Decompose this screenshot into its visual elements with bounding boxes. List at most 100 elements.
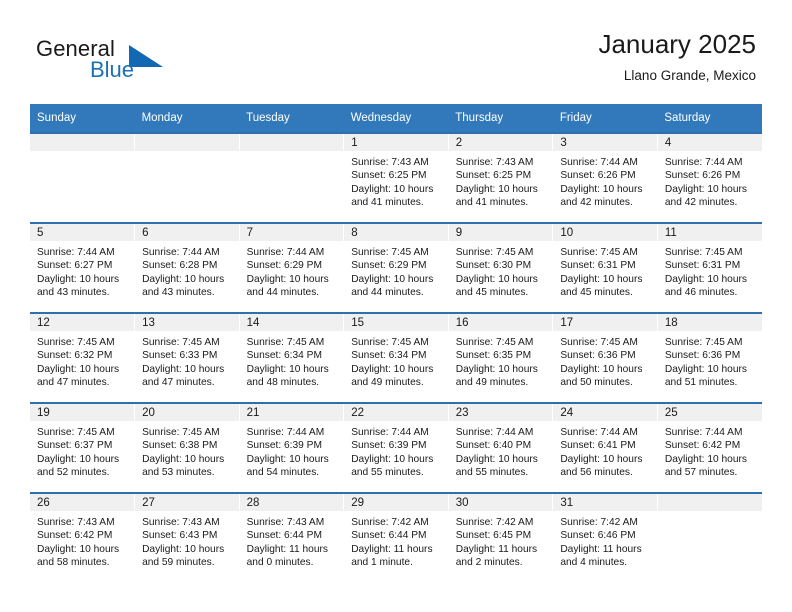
calendar-day-cell-empty xyxy=(239,132,345,223)
calendar-day-cell[interactable]: 5 Sunrise: 7:44 AM Sunset: 6:27 PM Daylight… xyxy=(30,222,136,313)
calendar-day-cell[interactable]: 27 Sunrise: 7:43 AM Sunset: 6:43 PM Dayligh… xyxy=(134,492,240,582)
page-subtitle: Llano Grande, Mexico xyxy=(623,68,756,83)
daylight-text-line1: Daylight: 10 hours xyxy=(664,453,747,465)
sunrise-text: Sunrise: 7:44 AM xyxy=(351,427,429,438)
calendar-day-cell-empty xyxy=(134,132,240,223)
calendar-day-cell[interactable]: 8 Sunrise: 7:45 AM Sunset: 6:29 PM Daylight… xyxy=(343,222,449,313)
sunrise-text: Sunrise: 7:44 AM xyxy=(664,157,743,168)
calendar-day-cell[interactable]: 18 Sunrise: 7:45 AM Sunset: 6:36 PM Dayligh… xyxy=(657,312,762,403)
day-number xyxy=(135,134,239,151)
day-number: 22 xyxy=(344,404,448,421)
triangle-logo-icon xyxy=(129,45,163,67)
calendar-day-cell[interactable]: 23 Sunrise: 7:44 AM Sunset: 6:40 PM Dayligh… xyxy=(448,402,554,493)
day-details: Sunrise: 7:42 AM Sunset: 6:46 PM Daylight:… xyxy=(553,511,657,570)
daylight-text-line1: Daylight: 10 hours xyxy=(142,363,225,375)
sunset-text: Sunset: 6:29 PM xyxy=(351,260,427,272)
calendar-day-cell[interactable]: 9 Sunrise: 7:45 AM Sunset: 6:30 PM Daylight… xyxy=(448,222,554,313)
sunrise-text: Sunrise: 7:44 AM xyxy=(246,427,325,438)
sunset-text: Sunset: 6:43 PM xyxy=(142,530,218,542)
sunset-text: Sunset: 6:40 PM xyxy=(455,440,532,452)
day-number: 13 xyxy=(135,314,239,331)
calendar-day-cell[interactable]: 30 Sunrise: 7:42 AM Sunset: 6:45 PM Dayligh… xyxy=(448,492,554,582)
daylight-text-line1: Daylight: 10 hours xyxy=(455,273,538,285)
daylight-text-line2: and 48 minutes. xyxy=(246,377,320,389)
calendar-day-cell[interactable]: 7 Sunrise: 7:44 AM Sunset: 6:29 PM Daylight… xyxy=(239,222,345,313)
sunset-text: Sunset: 6:29 PM xyxy=(246,260,322,272)
day-details: Sunrise: 7:45 AM Sunset: 6:33 PM Daylight:… xyxy=(135,331,239,390)
sunrise-text: Sunrise: 7:44 AM xyxy=(142,247,220,258)
sunset-text: Sunset: 6:31 PM xyxy=(664,260,741,272)
calendar-day-cell[interactable]: 22 Sunrise: 7:44 AM Sunset: 6:39 PM Dayligh… xyxy=(343,402,449,493)
calendar-day-cell[interactable]: 25 Sunrise: 7:44 AM Sunset: 6:42 PM Dayligh… xyxy=(657,402,762,493)
calendar-day-cell[interactable]: 10 Sunrise: 7:45 AM Sunset: 6:31 PM Dayligh… xyxy=(552,222,658,313)
page-header: General Blue January 2025 Llano Grande, … xyxy=(0,0,792,104)
sunrise-text: Sunrise: 7:42 AM xyxy=(351,517,429,528)
calendar-day-cell[interactable]: 3 Sunrise: 7:44 AM Sunset: 6:26 PM Daylight… xyxy=(552,132,658,223)
calendar-table: Sunday Monday Tuesday Wednesday Thursday… xyxy=(30,104,762,582)
calendar-day-cell[interactable]: 15 Sunrise: 7:45 AM Sunset: 6:34 PM Dayligh… xyxy=(343,312,449,403)
day-details: Sunrise: 7:42 AM Sunset: 6:45 PM Daylight:… xyxy=(449,511,553,570)
sunset-text: Sunset: 6:25 PM xyxy=(455,170,532,182)
day-number: 24 xyxy=(553,404,657,421)
day-number: 4 xyxy=(657,134,762,151)
daylight-text-line2: and 42 minutes. xyxy=(560,197,633,209)
weekday-header-thursday: Thursday xyxy=(448,104,553,133)
calendar-day-cell[interactable]: 31 Sunrise: 7:42 AM Sunset: 6:46 PM Dayligh… xyxy=(552,492,658,582)
sunrise-text: Sunrise: 7:45 AM xyxy=(560,337,638,348)
sunset-text: Sunset: 6:39 PM xyxy=(351,440,427,452)
calendar-day-cell[interactable]: 12 Sunrise: 7:45 AM Sunset: 6:32 PM Dayligh… xyxy=(30,312,136,403)
daylight-text-line2: and 0 minutes. xyxy=(246,557,314,569)
calendar-day-cell[interactable]: 4 Sunrise: 7:44 AM Sunset: 6:26 PM Daylight… xyxy=(657,132,762,223)
calendar-day-cell[interactable]: 28 Sunrise: 7:43 AM Sunset: 6:44 PM Dayligh… xyxy=(239,492,345,582)
day-number: 18 xyxy=(657,314,762,331)
day-details: Sunrise: 7:45 AM Sunset: 6:35 PM Daylight:… xyxy=(449,331,553,390)
daylight-text-line1: Daylight: 10 hours xyxy=(664,183,747,195)
day-number: 11 xyxy=(657,224,762,241)
day-details: Sunrise: 7:44 AM Sunset: 6:42 PM Daylight:… xyxy=(658,421,762,480)
day-number xyxy=(239,134,344,151)
calendar-day-cell[interactable]: 1 Sunrise: 7:43 AM Sunset: 6:25 PM Daylight… xyxy=(343,132,449,223)
calendar-day-cell[interactable]: 19 Sunrise: 7:45 AM Sunset: 6:37 PM Dayligh… xyxy=(30,402,136,493)
calendar-day-cell[interactable]: 14 Sunrise: 7:45 AM Sunset: 6:34 PM Dayligh… xyxy=(239,312,345,403)
day-details: Sunrise: 7:44 AM Sunset: 6:26 PM Daylight:… xyxy=(658,151,762,210)
sunrise-text: Sunrise: 7:43 AM xyxy=(142,517,220,528)
calendar-day-cell[interactable]: 2 Sunrise: 7:43 AM Sunset: 6:25 PM Daylight… xyxy=(448,132,554,223)
daylight-text-line2: and 44 minutes. xyxy=(351,287,424,299)
daylight-text-line1: Daylight: 10 hours xyxy=(37,363,120,375)
day-number: 5 xyxy=(30,224,135,241)
weekday-header-sunday: Sunday xyxy=(30,104,135,133)
calendar-day-cell[interactable]: 17 Sunrise: 7:45 AM Sunset: 6:36 PM Dayligh… xyxy=(552,312,658,403)
calendar-day-cell[interactable]: 24 Sunrise: 7:44 AM Sunset: 6:41 PM Dayligh… xyxy=(552,402,658,493)
sunrise-text: Sunrise: 7:44 AM xyxy=(664,427,743,438)
daylight-text-line2: and 49 minutes. xyxy=(455,377,529,389)
sunrise-text: Sunrise: 7:43 AM xyxy=(351,157,429,168)
calendar-day-cell[interactable]: 29 Sunrise: 7:42 AM Sunset: 6:44 PM Dayligh… xyxy=(343,492,449,582)
daylight-text-line2: and 58 minutes. xyxy=(37,557,110,569)
day-details: Sunrise: 7:42 AM Sunset: 6:44 PM Daylight:… xyxy=(344,511,448,570)
page-title: January 2025 xyxy=(598,29,756,59)
brand-logo[interactable]: General Blue xyxy=(36,36,276,86)
day-number: 15 xyxy=(344,314,448,331)
daylight-text-line2: and 55 minutes. xyxy=(455,467,529,479)
calendar-day-cell[interactable]: 20 Sunrise: 7:45 AM Sunset: 6:38 PM Dayligh… xyxy=(134,402,240,493)
sunrise-text: Sunrise: 7:45 AM xyxy=(351,337,429,348)
day-details: Sunrise: 7:44 AM Sunset: 6:39 PM Daylight:… xyxy=(240,421,344,480)
day-number: 28 xyxy=(239,494,344,511)
day-details: Sunrise: 7:45 AM Sunset: 6:34 PM Daylight:… xyxy=(344,331,448,390)
calendar-day-cell[interactable]: 13 Sunrise: 7:45 AM Sunset: 6:33 PM Dayligh… xyxy=(134,312,240,403)
sunrise-text: Sunrise: 7:45 AM xyxy=(351,247,429,258)
daylight-text-line2: and 41 minutes. xyxy=(351,197,424,209)
calendar-day-cell[interactable]: 16 Sunrise: 7:45 AM Sunset: 6:35 PM Dayligh… xyxy=(448,312,554,403)
calendar-day-cell-empty xyxy=(657,492,762,582)
calendar-day-cell[interactable]: 21 Sunrise: 7:44 AM Sunset: 6:39 PM Dayligh… xyxy=(239,402,345,493)
daylight-text-line2: and 52 minutes. xyxy=(37,467,110,479)
calendar-day-cell[interactable]: 11 Sunrise: 7:45 AM Sunset: 6:31 PM Dayligh… xyxy=(657,222,762,313)
day-number: 19 xyxy=(30,404,135,421)
day-number: 30 xyxy=(448,494,553,511)
sunset-text: Sunset: 6:41 PM xyxy=(560,440,636,452)
weekday-header-monday: Monday xyxy=(134,104,240,133)
calendar-day-cell[interactable]: 26 Sunrise: 7:43 AM Sunset: 6:42 PM Dayligh… xyxy=(30,492,136,582)
calendar-day-cell[interactable]: 6 Sunrise: 7:44 AM Sunset: 6:28 PM Daylight… xyxy=(134,222,240,313)
sunset-text: Sunset: 6:30 PM xyxy=(455,260,532,272)
daylight-text-line1: Daylight: 10 hours xyxy=(560,183,643,195)
